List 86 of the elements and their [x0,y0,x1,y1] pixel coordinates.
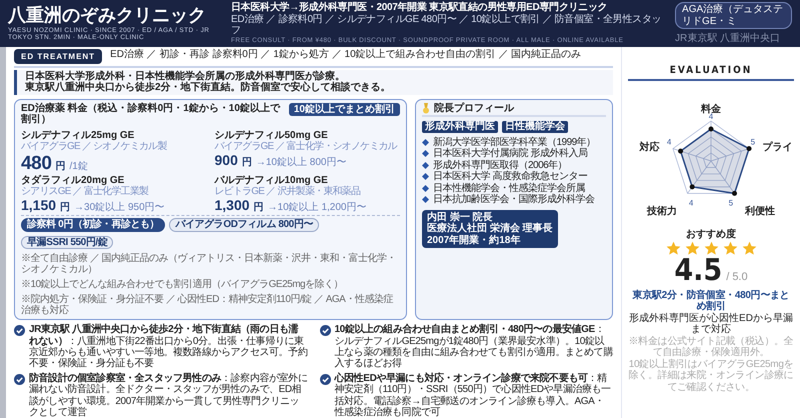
star-icon [666,240,680,256]
qualification-tag: 形成外科専門医 [422,121,498,133]
profile-title: 院長プロフィール [434,102,514,114]
medal-icon [422,102,430,114]
drug-price: 480 [21,152,52,174]
price-note-text: ※10錠以上でどんな組み合わせでも割引適用（バイアグラGE25mgを除く） [21,279,344,290]
data-point [732,190,737,196]
axis-label: プライ [762,142,793,154]
score-label: 4 [708,112,714,122]
score-label: 4 [666,137,672,146]
callout-text: 東京駅八重洲中央口から徒歩2分・地下街直結。防音個室で安心して相談できる。 [25,82,392,94]
career-item: 日本抗加齢医学会・国際形成外科学会 [433,194,594,206]
star-icon [742,240,756,256]
drug-name: シルデナフィル50mg GE [214,130,329,141]
evaluation-heading: EVALUATION [628,50,794,81]
score-label: 4 [688,198,694,208]
qualification-tag: 日性機能学会 [502,121,568,133]
highlight-text: 東京駅2分・防音個室・480円〜まとめ割引 [632,290,790,312]
recommend-label: おすすめ度 [685,229,737,240]
header-headline: 日本医科大学→形成外科専門医・2007年開業 東京駅直結の男性専用ED専門クリニック [231,2,608,14]
career-item: 日本性機能学会・性感染症学会所属 [433,182,585,194]
data-point [690,184,695,190]
director-info: 内田 崇一 院長 [427,212,493,223]
check-icon [320,374,330,386]
star-icon [704,240,718,256]
career-item: 新潟大学医学部医学科卒業（1999年） [433,136,596,148]
check-icon [14,374,25,386]
section-badge: ED TREATMENT [14,48,102,64]
drug-price: 900 [214,152,238,168]
price-note-text: ※院内処方・保険証・身分証不要 ／ 心因性ED：精神安定剤110円/錠 ／ AGA・性感染症治療も対応 [21,294,394,316]
feature-text: JR東京駅 八重洲中央口から徒歩2分・地下街直結（雨の日も濡れない）：八重洲地下街22番出口から0分。出張・仕事帰りに東京近郊からも通いやすい一等地。複数路線からアクセス可。予約不要・保険証・身分証も不要 [29,324,308,370]
score-label: 5 [728,198,734,208]
feature-text: 防音設計の個室診察室・全スタッフ男性のみ：診察内容が室外に漏れない防音設計。全ドクター・スタッフが男性のみで、ED相談がしやすい環境。2007年開業から一貫して男性専門クリニックとして運営 [29,373,308,418]
score-area [680,128,750,194]
price-note: →30錠以上 950円〜 [74,202,165,214]
price-unit: 円 [56,160,66,172]
drug-maker: レビトラGE ／ 沢井製薬・東和薬品 [214,186,362,198]
axis-label: 技術力 [646,206,677,217]
drug-name: シルデナフィル25mg GE [21,130,136,141]
footnote: 10錠以上割引はバイアグラGE25mgを除く。詳細は来院・オンライン診療にてご確認ください。 [628,358,794,393]
drug-name: タダラフィル20mg GE [21,174,126,186]
price-title: ED治療薬 料金（税込・診察料0円・1錠から・10錠以上で割引） [21,102,281,126]
star-icon [684,240,700,256]
data-point [708,126,714,132]
score-label: 5 [750,137,756,146]
drug-maker: シアリスGE ／ 富士化学工業製 [21,186,150,198]
drug-price: 1,150 [21,198,56,214]
data-point [678,148,684,154]
career-item: 日本医科大学付属病院 形成外科入局 [433,148,588,160]
price-unit: 円 [60,202,70,214]
price-note: /1錠 [70,160,88,172]
price-note-text: ※全て自由診療 ／ 国内純正品のみ（ヴィアトリス・日本新薬・沢井・東和・富士化学・シオノケミカル） [21,253,398,276]
location-text: JR東京駅 八重洲中央口 [675,33,780,44]
price-tag: 早漏SSRI 550円/錠 [21,236,114,250]
check-icon [14,325,25,336]
career-item: 形成外科専門医取得（2006年） [433,160,568,171]
axis-label: 対応 [639,142,660,154]
drug-name: バルデナフィル10mg GE [214,174,328,186]
discount-badge: 10錠以上でまとめ割引 [288,102,400,116]
data-point [746,146,752,152]
price-unit: 円 [242,156,252,168]
career-item: 日本医科大学 高度救命救急センター [433,171,588,182]
rating-max: / 5.0 [726,270,748,284]
axis-label: 利便性 [745,206,776,217]
summary-text: 形成外科専門医が心因性EDから早漏まで対応 [628,312,794,336]
director-info: 2007年開業・約18年 [427,234,522,246]
drug-maker: バイアグラGE ／ 富士化学・シオノケミカル [214,141,398,153]
feature-text: 心因性EDや早漏にも対応・オンライン診療で来院不要も可：精神安定剤（110円）・SSRI（550円）で心因性EDや早漏治療も一括対応。電話診察→自宅郵送のオンライン診療も導入。AGA・性感染症治療も同院で可 [334,373,612,418]
feature-text: 10錠以上の組み合わせ自由まとめ割引・480円〜の最安値GE：シルデナフィルGE25mgが1錠480円（業界最安水準）。10錠以上なら薬の種類を自由に組み合わせても割引が適用。まとめて購入するほどお得 [334,324,613,370]
clinic-title: 八重洲のぞみクリニック [8,4,207,27]
header-summary: ED治療 ／ 診察料0円 ／ シルデナフィルGE 480円〜 ／ 10錠以上で割引 ／ 防音個室・全男性スタッフ [231,14,662,37]
price-tag: バイアグラODフィルム 800円〜 [169,218,320,232]
star-icon [722,240,738,256]
callout-text: 日本医科大学形成外科・日本性機能学会所属の形成外科専門医が診療。 [25,70,345,82]
price-note: →10錠以上 1,200円〜 [268,202,366,214]
footnote: ※料金は公式サイト記載（税込）。全て自由診療・保険適用外。 [628,336,794,358]
check-icon [320,325,330,336]
price-tag: 診察料 0円（初診・再診とも） [21,218,166,232]
price-note: →10錠以上 800円〜 [256,156,346,168]
drug-maker: バイアグラGE ／ シオノケミカル製 [21,141,168,153]
rating-score: 4.5 [674,256,722,286]
price-unit: 円 [254,202,264,214]
director-info: 医療法人社団 栄清会 理事長 [427,223,553,234]
drug-price: 1,300 [214,198,250,214]
treatment-summary: ED治療 ／ 初診・再診 診察料0円 ／ 1錠から処方 ／ 10錠以上で組み合わせ自由の割引 ／ 国内純正品のみ [110,48,582,60]
aga-tag: AGA治療（デュタステリドGE・ミ [675,2,792,29]
